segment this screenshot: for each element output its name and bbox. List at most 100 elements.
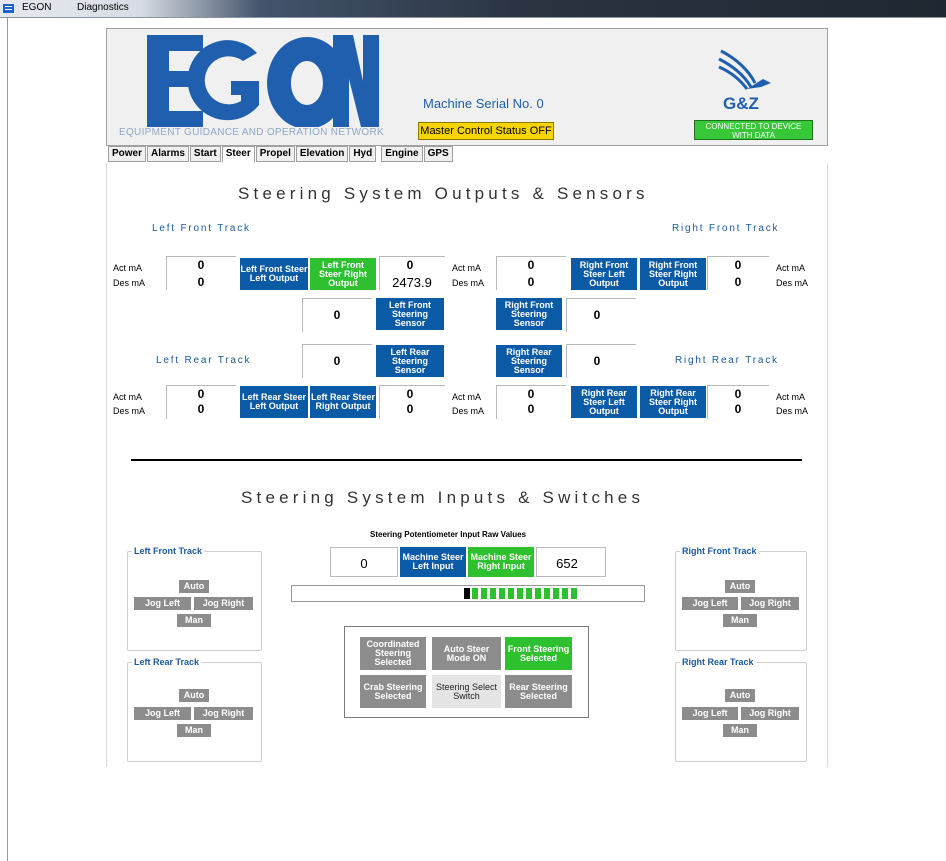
lr-jog-left-button[interactable]: Jog Left bbox=[134, 707, 191, 720]
pot-right-value: 652 bbox=[556, 556, 578, 571]
pot-level-segment bbox=[562, 588, 568, 599]
rr-steer-right-output: Right Rear Steer Right Output bbox=[640, 386, 706, 418]
lr-right-des-value: 0 bbox=[406, 402, 414, 416]
rr-man-button[interactable]: Man bbox=[723, 724, 757, 737]
act-ma-label: Act mA bbox=[113, 392, 143, 402]
group-title: Left Rear Track bbox=[132, 657, 202, 667]
rf-left-act-value: 0 bbox=[527, 258, 535, 272]
act-ma-label: Act mA bbox=[776, 392, 806, 402]
rf-auto-button[interactable]: Auto bbox=[725, 580, 755, 593]
lr-steer-right-output: Left Rear Steer Right Output bbox=[310, 386, 376, 418]
rf-steer-left-output: Right Front Steer Left Output bbox=[571, 258, 637, 290]
act-ma-label: Act mA bbox=[776, 263, 806, 273]
lf-jog-left-button[interactable]: Jog Left bbox=[134, 597, 191, 610]
machine-serial: Machine Serial No. 0 bbox=[423, 96, 544, 111]
pot-level-segment bbox=[508, 588, 514, 599]
window-title-bar: EGON Diagnostics bbox=[0, 0, 946, 18]
tab-elevation[interactable]: Elevation bbox=[295, 146, 349, 162]
group-title: Left Front Track bbox=[132, 546, 205, 556]
lr-auto-button[interactable]: Auto bbox=[179, 689, 209, 702]
lf-left-act-value: 0 bbox=[197, 258, 205, 272]
menu-icon[interactable] bbox=[3, 4, 14, 13]
inputs-title: Steering System Inputs & Switches bbox=[241, 488, 645, 507]
lr-man-button[interactable]: Man bbox=[177, 724, 211, 737]
des-ma-label: Des mA bbox=[452, 278, 485, 288]
tab-gps[interactable]: GPS bbox=[423, 146, 453, 162]
lf-right-act-value: 0 bbox=[406, 258, 414, 272]
tab-propel[interactable]: Propel bbox=[255, 146, 295, 162]
lf-steering-sensor: Left Front Steering Sensor bbox=[376, 298, 444, 330]
lf-man-button[interactable]: Man bbox=[177, 614, 211, 627]
pot-level-segment bbox=[481, 588, 487, 599]
menu-diagnostics[interactable]: Diagnostics bbox=[77, 2, 129, 13]
pot-level-segment bbox=[517, 588, 523, 599]
lr-sensor-value: 0 bbox=[333, 354, 341, 368]
connection-status: CONNECTED TO DEVICE WITH DATA bbox=[694, 120, 813, 140]
right-rear-track-label: Right Rear Track bbox=[675, 355, 779, 366]
pot-level-segment bbox=[535, 588, 541, 599]
lf-steer-left-output: Left Front Steer Left Output bbox=[240, 258, 308, 290]
lf-auto-button[interactable]: Auto bbox=[179, 580, 209, 593]
crab-steering-indicator: Crab Steering Selected bbox=[360, 675, 426, 708]
lr-steering-sensor: Left Rear Steering Sensor bbox=[376, 345, 444, 377]
rr-left-act-value: 0 bbox=[527, 387, 535, 401]
egon-logo bbox=[147, 35, 379, 127]
lf-jog-right-button[interactable]: Jog Right bbox=[194, 597, 253, 610]
brand-text: G&Z bbox=[723, 94, 759, 113]
rf-jog-right-button[interactable]: Jog Right bbox=[741, 597, 799, 610]
pot-level-bar bbox=[291, 585, 645, 602]
window-title: EGON bbox=[22, 2, 52, 13]
rr-steering-sensor: Right Rear Steering Sensor bbox=[496, 345, 562, 377]
machine-steer-left-input: Machine Steer Left Input bbox=[400, 547, 466, 577]
tab-engine[interactable]: Engine bbox=[381, 146, 423, 162]
group-title: Right Rear Track bbox=[680, 657, 756, 667]
steering-select-switch[interactable]: Steering Select Switch bbox=[432, 675, 501, 708]
front-steering-indicator: Front Steering Selected bbox=[505, 637, 572, 670]
rr-right-act-value: 0 bbox=[734, 387, 742, 401]
lf-right-des-value: 2473.9 bbox=[392, 275, 432, 290]
logo-subtitle: EQUIPMENT GUIDANCE AND OPERATION NETWORK bbox=[119, 127, 384, 138]
tab-steer[interactable]: Steer bbox=[221, 146, 255, 163]
window-left-edge bbox=[0, 18, 8, 861]
lr-jog-right-button[interactable]: Jog Right bbox=[194, 707, 253, 720]
section-divider bbox=[131, 459, 802, 461]
steering-mode-panel: Coordinated Steering Selected Auto Steer… bbox=[344, 626, 589, 718]
group-left-rear-track: Left Rear Track Auto Jog Left Jog Right … bbox=[127, 657, 262, 762]
group-right-front-track: Right Front Track Auto Jog Left Jog Righ… bbox=[675, 546, 807, 651]
lf-left-des-value: 0 bbox=[197, 275, 205, 289]
rf-jog-left-button[interactable]: Jog Left bbox=[682, 597, 738, 610]
act-ma-label: Act mA bbox=[452, 392, 482, 402]
tab-alarms[interactable]: Alarms bbox=[147, 146, 189, 162]
lr-right-act-value: 0 bbox=[406, 387, 414, 401]
left-front-track-label: Left Front Track bbox=[152, 223, 251, 234]
tab-power[interactable]: Power bbox=[108, 146, 147, 162]
master-control-status: Master Control Status OFF bbox=[418, 122, 554, 140]
rr-auto-button[interactable]: Auto bbox=[725, 689, 755, 702]
rf-steer-right-output: Right Front Steer Right Output bbox=[640, 258, 706, 290]
coordinated-steering-indicator: Coordinated Steering Selected bbox=[360, 637, 426, 670]
lr-left-act-value: 0 bbox=[197, 387, 205, 401]
pot-raw-values-label: Steering Potentiometer Input Raw Values bbox=[370, 530, 527, 539]
header-panel: EQUIPMENT GUIDANCE AND OPERATION NETWORK… bbox=[106, 28, 828, 146]
lf-steer-right-output: Left Front Steer Right Output bbox=[310, 258, 376, 290]
act-ma-label: Act mA bbox=[113, 263, 143, 273]
group-left-front-track: Left Front Track Auto Jog Left Jog Right… bbox=[127, 546, 262, 651]
rear-steering-indicator: Rear Steering Selected bbox=[505, 675, 572, 708]
rr-jog-right-button[interactable]: Jog Right bbox=[741, 707, 799, 720]
rf-right-act-value: 0 bbox=[734, 258, 742, 272]
des-ma-label: Des mA bbox=[113, 406, 146, 416]
left-rear-track-label: Left Rear Track bbox=[156, 355, 252, 366]
rf-left-des-value: 0 bbox=[527, 275, 535, 289]
rr-steer-left-output: Right Rear Steer Left Output bbox=[571, 386, 637, 418]
tab-hyd[interactable]: Hyd bbox=[349, 146, 377, 162]
tab-start[interactable]: Start bbox=[189, 146, 221, 162]
pot-center-marker bbox=[464, 588, 470, 599]
lf-sensor-value: 0 bbox=[333, 308, 341, 322]
pot-level-segment bbox=[571, 588, 577, 599]
rf-man-button[interactable]: Man bbox=[723, 614, 757, 627]
pot-level-segment bbox=[472, 588, 478, 599]
tab-bar: Power Alarms Start Steer Propel Elevatio… bbox=[108, 146, 454, 163]
pot-level-segment bbox=[499, 588, 505, 599]
rf-sensor-value: 0 bbox=[593, 308, 601, 322]
rr-jog-left-button[interactable]: Jog Left bbox=[682, 707, 738, 720]
